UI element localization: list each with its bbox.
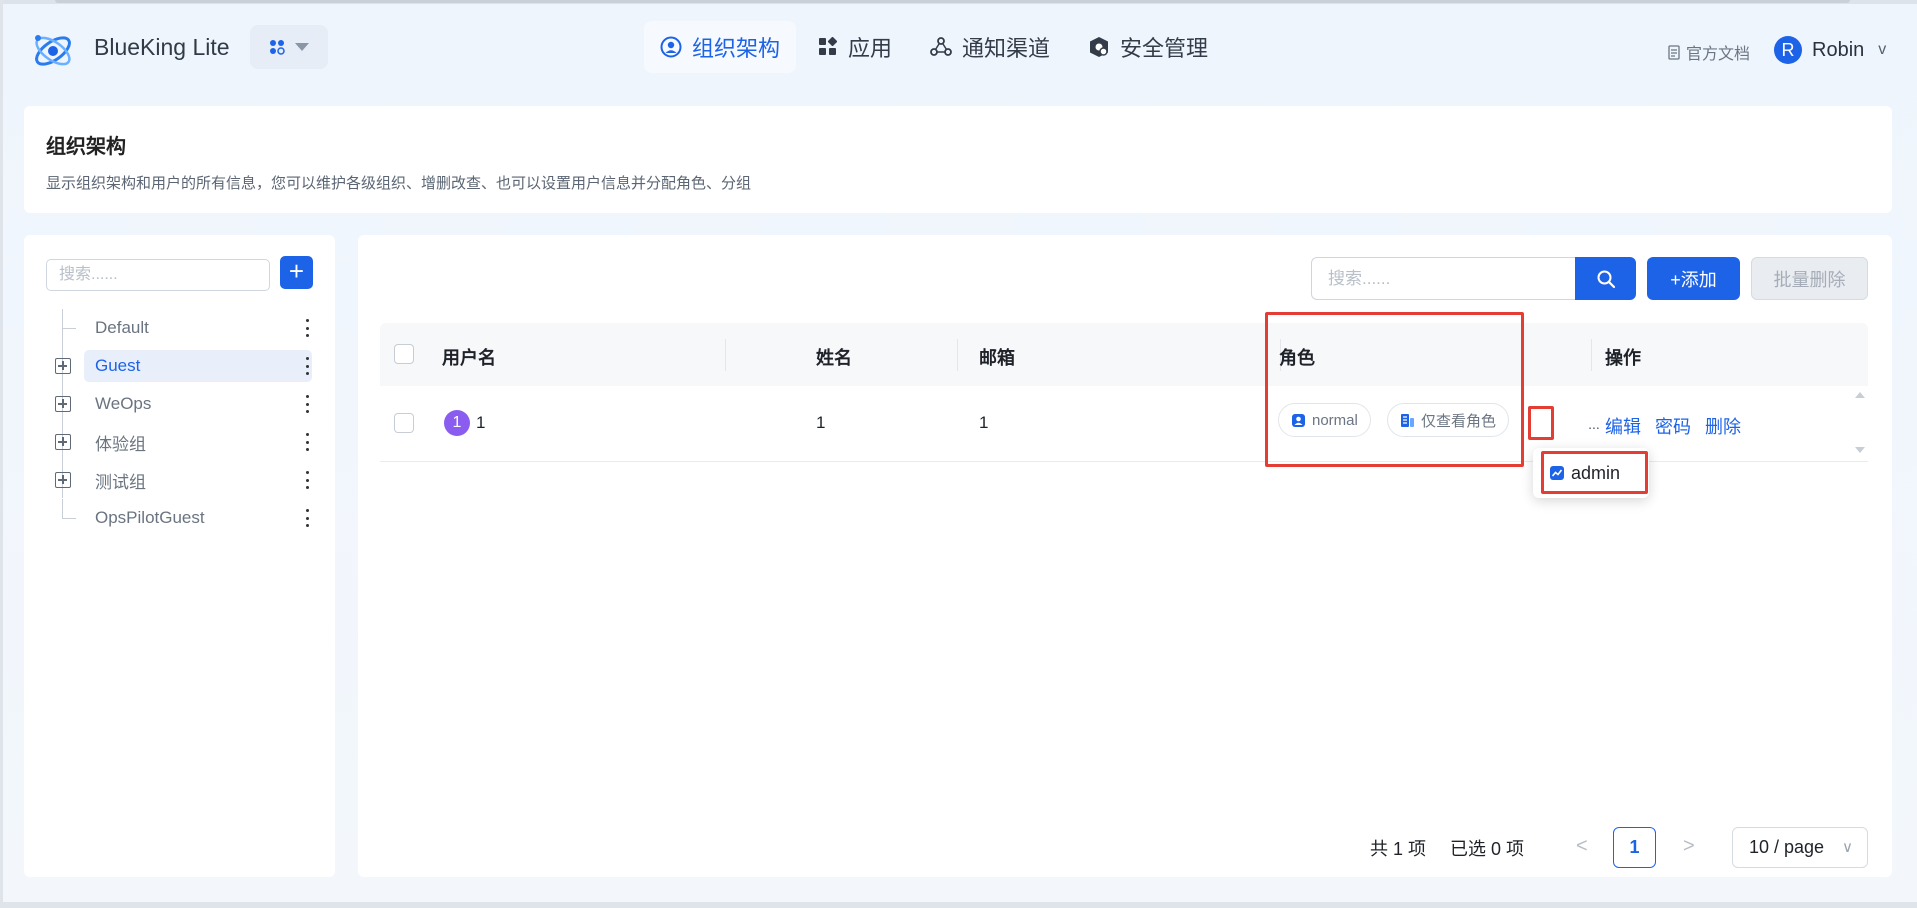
more-vertical-icon[interactable] (306, 319, 310, 337)
window-frame-bottom (0, 902, 1917, 908)
password-button[interactable]: 密码 (1655, 413, 1691, 439)
docs-label: 官方文档 (1686, 46, 1751, 63)
tree-item-label: OpsPilotGuest (95, 508, 205, 527)
cell-name: 1 (816, 413, 826, 432)
more-vertical-icon[interactable] (306, 433, 310, 451)
tree-item-test-group[interactable]: 测试组 (44, 461, 316, 499)
column-separator (1591, 339, 1592, 371)
page-header-card: 组织架构 显示组织架构和用户的所有信息，您可以维护各级组织、增删改查、也可以设置… (24, 106, 1892, 213)
user-search-input[interactable]: 搜索...... (1311, 257, 1575, 300)
cell-email: 1 (979, 413, 989, 432)
expand-plus-icon[interactable] (55, 396, 71, 412)
highlight-more-button (1528, 406, 1554, 440)
brand-name: BlueKing Lite (94, 34, 230, 60)
tree-item-label: Guest (84, 350, 312, 382)
more-vertical-icon[interactable] (306, 395, 310, 413)
app-switcher-button[interactable] (250, 25, 328, 69)
tree-item-default[interactable]: Default (44, 309, 316, 347)
nav-item-label: 组织架构 (692, 36, 781, 61)
nav-item-label: 通知渠道 (962, 36, 1051, 61)
row-checkbox[interactable] (394, 413, 414, 433)
main-nav: 组织架构 应用 通知渠道 安全管理 (644, 21, 1224, 73)
org-tree-panel: 搜索...... + Default Guest WeOps 体验组 测试组 O… (24, 235, 335, 877)
user-circle-icon (660, 36, 682, 58)
more-vertical-icon[interactable] (306, 509, 310, 527)
tree-item-opspilotguest[interactable]: OpsPilotGuest (44, 499, 316, 537)
expand-plus-icon[interactable] (55, 434, 71, 450)
scroll-up-arrow-icon[interactable] (1855, 392, 1865, 398)
column-header-email[interactable]: 邮箱 (979, 344, 1015, 370)
nav-item-security[interactable]: 安全管理 (1072, 21, 1224, 73)
page-size-select[interactable]: 10 / page ∨ (1732, 827, 1868, 868)
more-vertical-icon[interactable] (306, 357, 310, 375)
scroll-down-arrow-icon[interactable] (1855, 447, 1865, 453)
highlight-role-column (1265, 312, 1524, 467)
blueking-logo-icon[interactable] (28, 26, 78, 76)
expand-plus-icon[interactable] (55, 472, 71, 488)
tree-item-label: Default (95, 318, 149, 337)
pagination-selected: 已选 0 项 (1450, 839, 1525, 859)
nav-item-label: 安全管理 (1120, 36, 1209, 61)
nav-item-organization[interactable]: 组织架构 (644, 21, 797, 73)
add-user-button[interactable]: +添加 (1647, 257, 1740, 300)
shield-gear-icon (1090, 37, 1109, 57)
select-all-checkbox[interactable] (394, 344, 414, 364)
apps-grid-icon (819, 37, 838, 55)
tree-item-experience-group[interactable]: 体验组 (44, 423, 316, 461)
add-group-button[interactable]: + (280, 256, 313, 289)
page-title: 组织架构 (46, 136, 126, 158)
batch-delete-button[interactable]: 批量删除 (1751, 257, 1868, 300)
page-description: 显示组织架构和用户的所有信息，您可以维护各级组织、增删改查、也可以设置用户信息并… (46, 175, 752, 192)
table-header: 用户名 姓名 邮箱 角色 操作 (380, 323, 1868, 386)
more-vertical-icon[interactable] (306, 471, 310, 489)
chevron-down-icon: ∨ (1842, 839, 1853, 856)
user-menu[interactable]: R Robin v (1774, 36, 1886, 64)
window-frame-edge (55, 0, 1850, 3)
nav-item-applications[interactable]: 应用 (802, 21, 908, 73)
tree-branch-line (62, 499, 76, 519)
official-docs-link[interactable]: 官方文档 (1668, 40, 1750, 64)
nav-item-label: 应用 (848, 36, 893, 61)
user-number-badge: 1 (444, 410, 470, 436)
expand-plus-icon[interactable] (55, 358, 71, 374)
tree-item-label: 测试组 (95, 472, 146, 492)
top-header: BlueKing Lite 组织架构 应用 通知渠道 安全管理 官方文档 R R… (0, 4, 1917, 92)
org-tree: Default Guest WeOps 体验组 测试组 OpsPilotGues… (44, 309, 316, 537)
column-header-name[interactable]: 姓名 (816, 344, 852, 370)
pagination-total: 共 1 项 (1370, 839, 1427, 859)
edit-button[interactable]: 编辑 (1605, 413, 1641, 439)
document-icon (1668, 44, 1680, 60)
user-name: Robin (1812, 38, 1865, 61)
column-header-actions: 操作 (1605, 348, 1641, 368)
window-frame-left (0, 0, 3, 908)
tree-branch-line (62, 309, 76, 329)
search-button[interactable] (1575, 257, 1636, 300)
nav-item-notification-channels[interactable]: 通知渠道 (914, 21, 1066, 73)
column-separator (957, 339, 958, 371)
search-icon (1597, 270, 1615, 288)
column-header-username[interactable]: 用户名 (442, 344, 496, 370)
page-number-button[interactable]: 1 (1613, 827, 1656, 868)
tree-search-input[interactable]: 搜索...... (46, 259, 270, 291)
tree-item-label: 体验组 (95, 434, 146, 454)
share-nodes-icon (930, 37, 952, 56)
tree-item-weops[interactable]: WeOps (44, 385, 316, 423)
user-table-panel: 搜索...... +添加 批量删除 用户名 姓名 邮箱 角色 操作 1 1 1 … (358, 235, 1892, 877)
caret-down-icon (295, 43, 309, 51)
tree-item-label: WeOps (95, 394, 152, 413)
tree-item-guest[interactable]: Guest (44, 347, 316, 385)
avatar: R (1774, 36, 1802, 64)
prev-page-button[interactable]: < (1576, 835, 1588, 858)
apps-dots-icon (270, 40, 285, 55)
more-roles-button[interactable]: ... (1583, 413, 1605, 439)
cell-username: 1 (476, 413, 486, 432)
highlight-admin-role (1541, 451, 1648, 494)
chevron-down-icon: v (1878, 41, 1887, 58)
delete-button[interactable]: 删除 (1705, 413, 1741, 439)
page-size-value: 10 / page (1749, 837, 1825, 857)
next-page-button[interactable]: > (1683, 835, 1695, 858)
column-separator (725, 339, 726, 371)
